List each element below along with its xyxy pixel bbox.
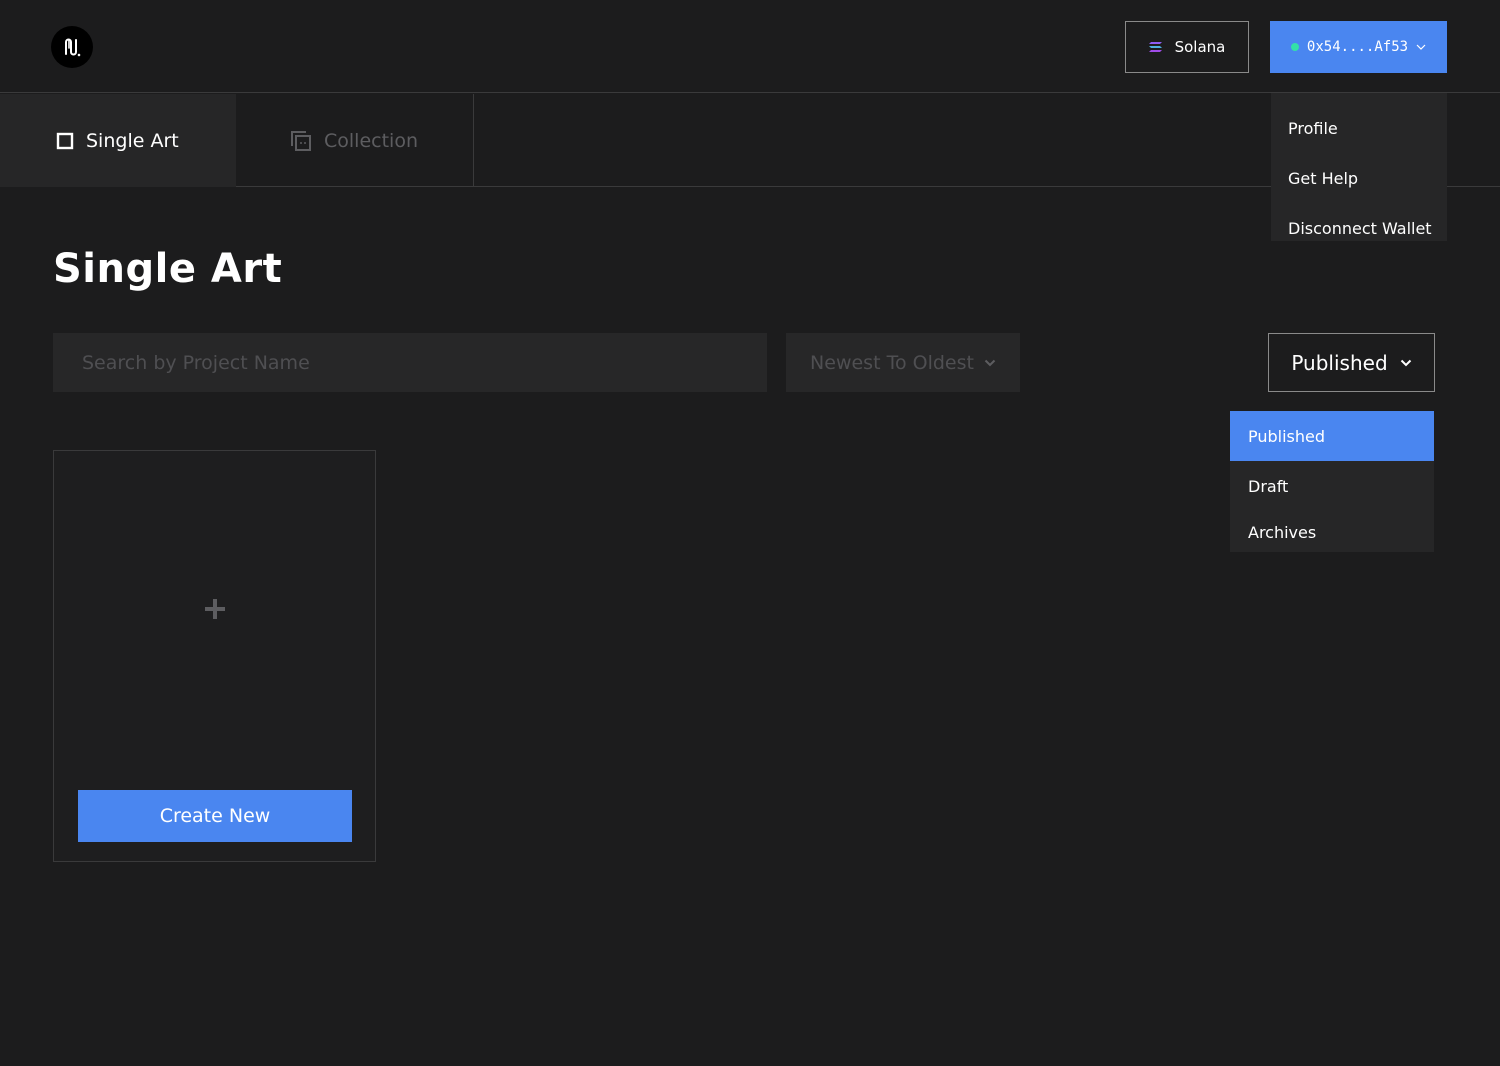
status-filter-dropdown[interactable]: Published	[1268, 333, 1435, 392]
plus-icon	[205, 599, 225, 619]
page-title: Single Art	[53, 246, 283, 292]
chevron-down-icon	[1416, 44, 1426, 50]
status-option-archives[interactable]: Archives	[1230, 511, 1434, 553]
status-filter-menu: Published Draft Archives	[1230, 411, 1434, 552]
sort-dropdown[interactable]: Newest To Oldest	[786, 333, 1020, 392]
solana-icon	[1148, 42, 1162, 52]
wallet-status-dot	[1290, 43, 1299, 51]
sort-label: Newest To Oldest	[810, 351, 974, 374]
tab-collection[interactable]: Collection	[236, 94, 474, 187]
status-option-draft[interactable]: Draft	[1230, 461, 1434, 511]
search-field[interactable]	[53, 333, 767, 392]
status-label: Published	[1291, 350, 1388, 375]
tab-label: Collection	[324, 129, 418, 152]
network-label: Solana	[1174, 38, 1226, 56]
brand-logo[interactable]	[51, 26, 93, 68]
create-new-card[interactable]: Create New	[53, 450, 376, 862]
search-input[interactable]	[82, 351, 722, 374]
wallet-address: 0x54....Af53	[1306, 39, 1409, 55]
chevron-down-icon	[984, 359, 996, 366]
top-header: Solana 0x54....Af53	[0, 0, 1500, 93]
wallet-account-button[interactable]: 0x54....Af53	[1270, 21, 1447, 73]
menu-item-profile[interactable]: Profile	[1271, 103, 1447, 153]
logo-icon	[65, 38, 81, 57]
square-icon	[56, 132, 74, 149]
menu-item-get-help[interactable]: Get Help	[1271, 153, 1447, 203]
user-account-menu: Profile Get Help Disconnect Wallet	[1271, 93, 1447, 241]
tab-single-art[interactable]: Single Art	[0, 94, 236, 187]
menu-item-disconnect-wallet[interactable]: Disconnect Wallet	[1271, 203, 1447, 253]
tab-label: Single Art	[86, 129, 179, 152]
create-new-button[interactable]: Create New	[78, 790, 352, 842]
stacked-squares-icon	[291, 130, 311, 151]
chevron-down-icon	[1400, 359, 1411, 366]
network-selector-button[interactable]: Solana	[1125, 21, 1249, 73]
status-option-published[interactable]: Published	[1230, 411, 1434, 461]
